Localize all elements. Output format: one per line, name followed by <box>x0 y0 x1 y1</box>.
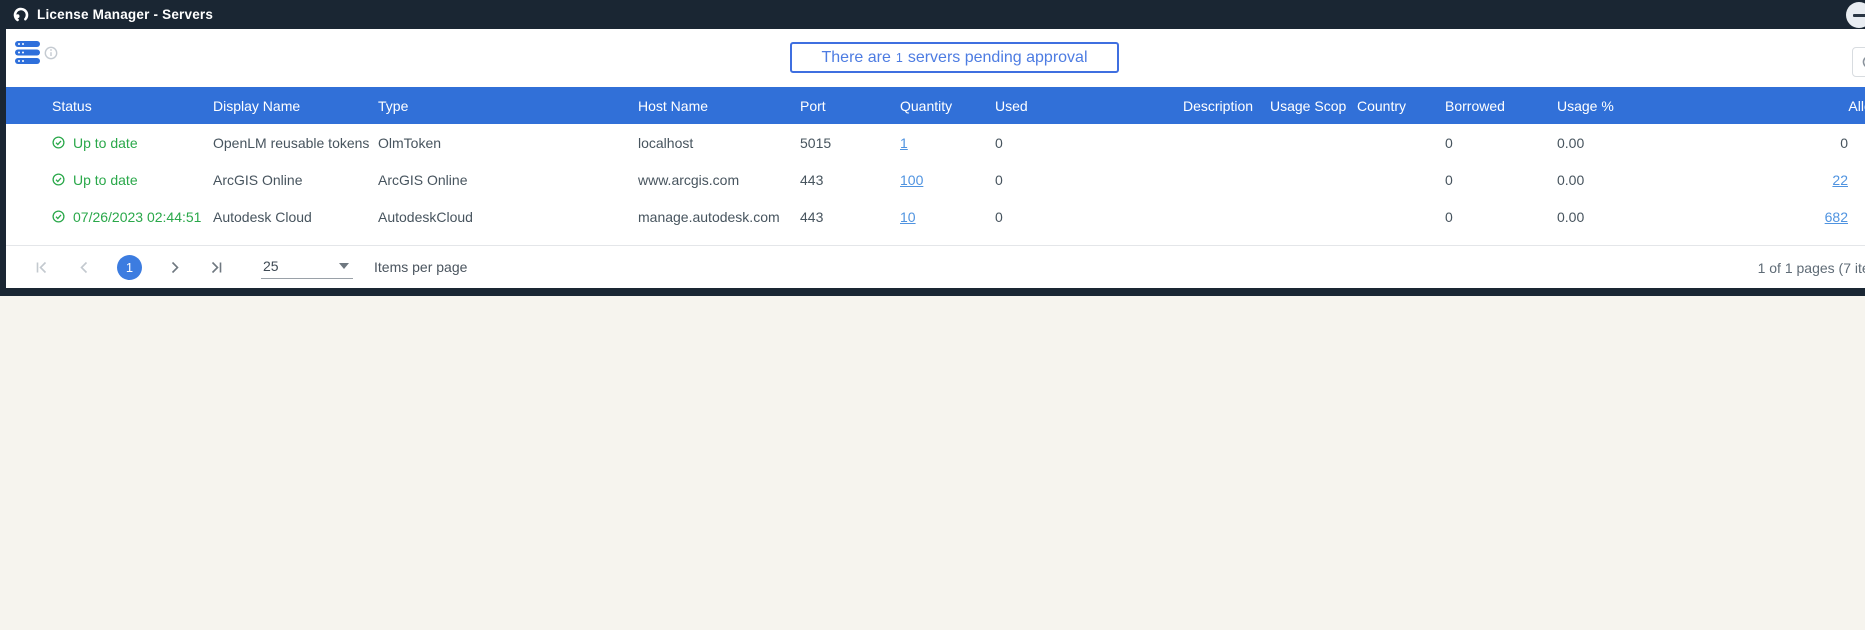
column-header-country[interactable]: Country <box>1357 98 1445 114</box>
host-name-cell: www.arcgis.com <box>638 172 800 188</box>
refresh-button[interactable] <box>1852 47 1865 77</box>
column-header-quantity[interactable]: Quantity <box>900 98 995 114</box>
column-header-display-name[interactable]: Display Name <box>213 98 378 114</box>
first-page-icon[interactable] <box>34 260 49 275</box>
allocated-link[interactable]: 22 <box>1832 172 1848 188</box>
servers-panel: There are 1 servers pending approval Sta… <box>6 29 1865 288</box>
pending-approval-banner[interactable]: There are 1 servers pending approval <box>790 42 1119 73</box>
port-cell: 443 <box>800 209 900 225</box>
status-cell: Up to date <box>48 135 213 151</box>
allocated-cell: 0 <box>1700 135 1865 151</box>
column-header-type[interactable]: Type <box>378 98 638 114</box>
host-name-cell: localhost <box>638 135 800 151</box>
minimize-button[interactable] <box>1846 2 1865 28</box>
column-header-used[interactable]: Used <box>995 98 1183 114</box>
column-header-host-name[interactable]: Host Name <box>638 98 800 114</box>
borrowed-cell: 0 <box>1445 172 1557 188</box>
column-header-usage-scope[interactable]: Usage Scop <box>1270 98 1357 114</box>
quantity-link[interactable]: 100 <box>900 172 923 188</box>
table-row: Up to date OpenLM reusable tokens OlmTok… <box>6 124 1865 161</box>
column-header-description[interactable]: Description <box>1183 98 1270 114</box>
display-name-cell: OpenLM reusable tokens <box>213 135 378 151</box>
usage-pct-cell: 0.00 <box>1557 172 1700 188</box>
used-cell: 0 <box>995 135 1183 151</box>
quantity-link[interactable]: 10 <box>900 209 916 225</box>
server-stack-icon[interactable] <box>14 40 42 66</box>
status-text: 07/26/2023 02:44:51 <box>73 209 201 225</box>
type-cell: OlmToken <box>378 135 638 151</box>
toolbar: There are 1 servers pending approval <box>6 29 1865 87</box>
column-header-port[interactable]: Port <box>800 98 900 114</box>
page-title: License Manager - Servers <box>37 7 213 22</box>
display-name-cell: Autodesk Cloud <box>213 209 378 225</box>
quantity-link[interactable]: 1 <box>900 135 908 151</box>
current-page-button[interactable]: 1 <box>117 255 142 280</box>
column-header-borrowed[interactable]: Borrowed <box>1445 98 1557 114</box>
allocated-link[interactable]: 682 <box>1825 209 1848 225</box>
banner-text-suffix: servers pending approval <box>908 49 1088 67</box>
next-page-icon[interactable] <box>167 260 182 275</box>
display-name-cell: ArcGIS Online <box>213 172 378 188</box>
table-row: 07/26/2023 02:44:51 Autodesk Cloud Autod… <box>6 198 1865 235</box>
status-cell: Up to date <box>48 172 213 188</box>
status-ok-icon <box>52 173 65 186</box>
openlm-logo-icon <box>12 6 30 24</box>
items-per-page-value: 25 <box>263 258 279 274</box>
status-cell: 07/26/2023 02:44:51 <box>48 209 213 225</box>
used-cell: 0 <box>995 172 1183 188</box>
port-cell: 443 <box>800 172 900 188</box>
column-header-allocated[interactable]: Allocated <box>1700 98 1865 114</box>
used-cell: 0 <box>995 209 1183 225</box>
refresh-icon <box>1860 53 1865 71</box>
type-cell: ArcGIS Online <box>378 172 638 188</box>
last-page-icon[interactable] <box>209 260 224 275</box>
app-top-bar: License Manager - Servers <box>0 0 1865 29</box>
type-cell: AutodeskCloud <box>378 209 638 225</box>
minus-icon <box>1853 14 1865 17</box>
borrowed-cell: 0 <box>1445 135 1557 151</box>
usage-pct-cell: 0.00 <box>1557 135 1700 151</box>
column-header-status[interactable]: Status <box>48 98 213 114</box>
port-cell: 5015 <box>800 135 900 151</box>
status-ok-icon <box>52 136 65 149</box>
status-ok-icon <box>52 210 65 223</box>
table-header-row: Status Display Name Type Host Name Port … <box>6 87 1865 124</box>
column-header-usage-pct[interactable]: Usage % <box>1557 98 1700 114</box>
usage-pct-cell: 0.00 <box>1557 209 1700 225</box>
status-text: Up to date <box>73 172 138 188</box>
pagination-bar: 1 25 Items per page 1 of 1 pages (7 item… <box>6 245 1865 288</box>
chevron-down-icon <box>339 263 349 269</box>
items-per-page-label: Items per page <box>374 259 467 275</box>
banner-text-prefix: There are <box>822 49 891 67</box>
info-icon[interactable] <box>44 46 58 60</box>
previous-page-icon[interactable] <box>77 260 92 275</box>
content-frame: There are 1 servers pending approval Sta… <box>0 29 1865 296</box>
pending-count: 1 <box>896 51 903 65</box>
page-background <box>0 296 1865 630</box>
items-per-page-select[interactable]: 25 <box>261 256 353 279</box>
host-name-cell: manage.autodesk.com <box>638 209 800 225</box>
status-text: Up to date <box>73 135 138 151</box>
borrowed-cell: 0 <box>1445 209 1557 225</box>
table-row: Up to date ArcGIS Online ArcGIS Online w… <box>6 161 1865 198</box>
page-summary: 1 of 1 pages (7 items) <box>1758 260 1865 276</box>
